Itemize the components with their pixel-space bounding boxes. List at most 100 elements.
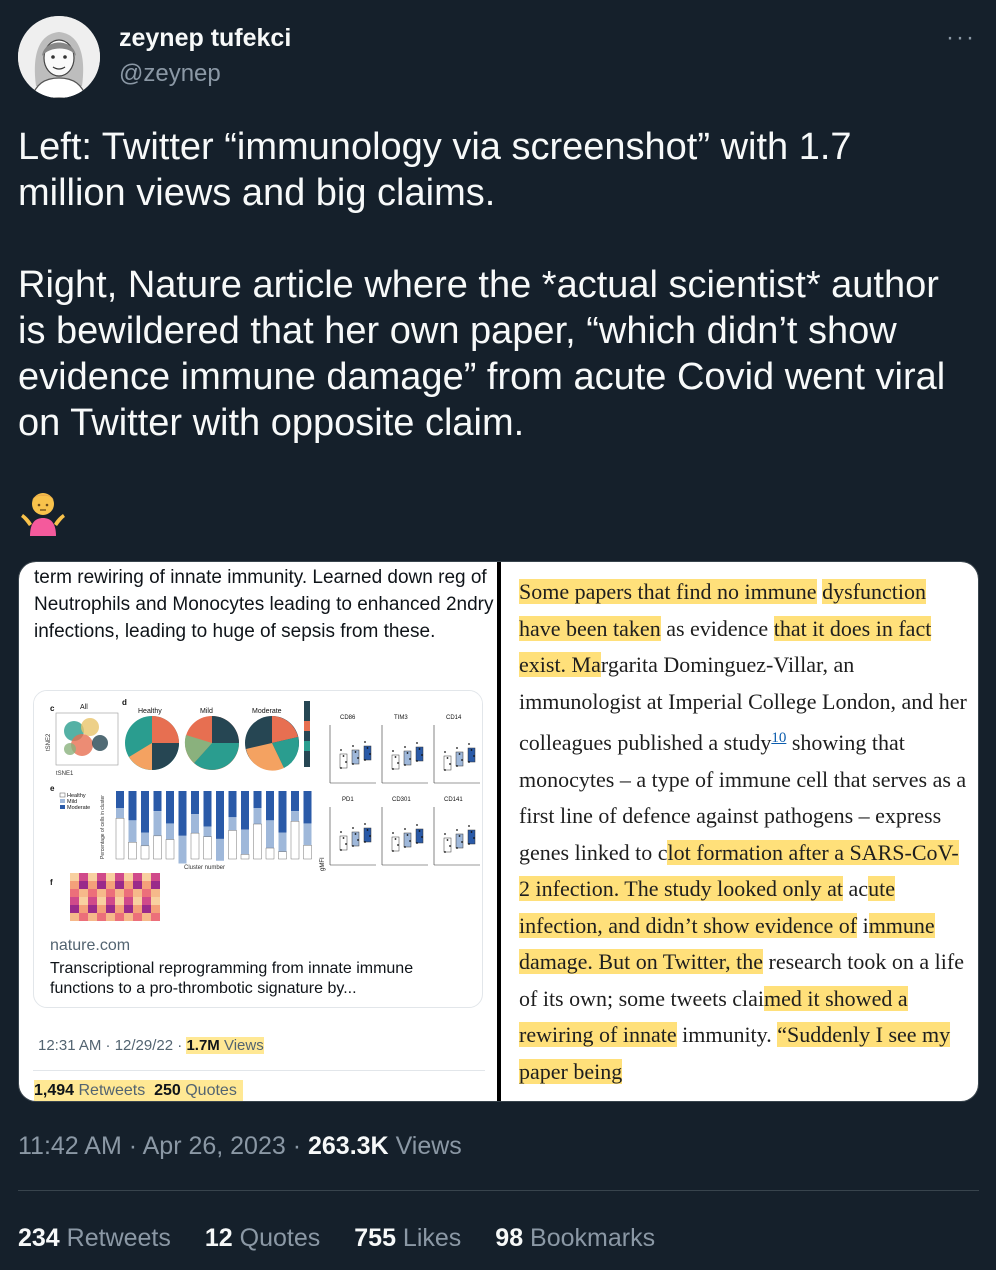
- views-count: 263.3K: [308, 1132, 389, 1160]
- point: [418, 748, 421, 750]
- heatmap-cell: [133, 905, 142, 913]
- point: [340, 749, 342, 751]
- point: [473, 755, 475, 757]
- more-options-icon[interactable]: ···: [946, 24, 976, 52]
- likes-label: Likes: [395, 1224, 462, 1252]
- panel-f-label: f: [50, 878, 53, 887]
- bar-segment: [191, 791, 199, 815]
- heatmap-cell: [97, 905, 106, 913]
- heatmap-cell: [115, 889, 124, 897]
- point: [342, 755, 345, 757]
- heatmap-cell: [106, 889, 115, 897]
- heatmap-cell: [115, 913, 124, 921]
- tweet-timestamp[interactable]: 11:42 AM · Apr 26, 2023 · 263.3K Views: [18, 1132, 462, 1161]
- point: [416, 742, 418, 744]
- cd301-label: CD301: [392, 797, 411, 803]
- heatmap-cell: [151, 873, 160, 881]
- point: [406, 752, 409, 754]
- heatmap-cell: [70, 913, 79, 921]
- bar-segment: [278, 791, 287, 833]
- author-name[interactable]: zeynep tufekci: [119, 24, 291, 53]
- person-shrugging-emoji: [18, 488, 68, 538]
- heatmap-cell: [115, 881, 124, 889]
- point: [364, 759, 366, 761]
- quotes-label: Quotes: [232, 1224, 321, 1252]
- bar-segment: [228, 791, 237, 818]
- heatmap-cell: [106, 897, 115, 905]
- heatmap-cell: [70, 873, 79, 881]
- heatmap-cell: [97, 873, 106, 881]
- point: [352, 763, 354, 765]
- bar-segment: [190, 832, 200, 860]
- point: [456, 765, 458, 767]
- author-handle[interactable]: @zeynep: [119, 60, 221, 88]
- heatmap-cell: [79, 889, 88, 897]
- card-title[interactable]: Transcriptional reprogramming from innat…: [50, 959, 470, 999]
- engagement-stats: 234 Retweets 12 Quotes 755 Likes 98 Book…: [18, 1224, 655, 1253]
- figure-image: c All tSNE1 tSNE2 d Healthy Mild Moderat…: [34, 691, 482, 925]
- bar-segment: [191, 814, 199, 834]
- bar-segment: [228, 817, 237, 831]
- stat-quotes[interactable]: 12 Quotes: [205, 1224, 320, 1253]
- heatmap-cell: [79, 913, 88, 921]
- point: [461, 759, 463, 761]
- heatmap-cell: [79, 881, 88, 889]
- excerpt-part: rgarita: [600, 652, 658, 677]
- left-stats: 1,494 Retweets 250 Quotes: [34, 1080, 243, 1101]
- bar-segment: [290, 821, 300, 860]
- bar-segment: [128, 842, 137, 860]
- point: [345, 761, 347, 763]
- point: [354, 751, 357, 753]
- link-card[interactable]: c All tSNE1 tSNE2 d Healthy Mild Moderat…: [33, 690, 483, 1008]
- point: [345, 843, 347, 845]
- bookmarks-label: Bookmarks: [523, 1224, 656, 1252]
- healthy-label: Healthy: [138, 708, 162, 715]
- heatmap-cell: [124, 897, 133, 905]
- stat-retweets[interactable]: 234 Retweets: [18, 1224, 171, 1253]
- bar-segment: [166, 791, 174, 824]
- left-screenshot[interactable]: term rewiring of innate immunity. Learne…: [19, 562, 497, 1101]
- heatmap-cell: [97, 881, 106, 889]
- reference-link[interactable]: 10: [771, 730, 786, 746]
- pd1-label: PD1: [342, 797, 354, 803]
- point: [456, 847, 458, 849]
- point: [364, 841, 366, 843]
- excerpt-part: i: [857, 912, 869, 938]
- panel-e-label: e: [50, 784, 55, 793]
- point: [456, 747, 458, 749]
- tweet-text: Left: Twitter “immunology via screenshot…: [18, 126, 946, 444]
- point: [352, 827, 354, 829]
- panel-c-label: c: [50, 704, 55, 713]
- mild-label: Mild: [200, 708, 213, 715]
- bar-segment: [241, 791, 249, 830]
- point: [394, 838, 397, 840]
- media-container[interactable]: term rewiring of innate immunity. Learne…: [18, 561, 979, 1102]
- timestamp-time: 11:42 AM · Apr 26, 2023 ·: [18, 1132, 308, 1160]
- point: [394, 756, 397, 758]
- heatmap-cell: [124, 881, 133, 889]
- bar-segment: [265, 847, 275, 860]
- bar-segment: [153, 791, 162, 812]
- excerpt-part: ac: [843, 876, 869, 901]
- heatmap-cell: [151, 913, 160, 921]
- bar-segment: [203, 791, 212, 827]
- point: [458, 753, 461, 755]
- left-retweets-label: Retweets: [74, 1082, 146, 1099]
- heatmap-cell: [124, 905, 133, 913]
- avatar[interactable]: [18, 16, 100, 98]
- right-screenshot[interactable]: Some papers that find no immune dysfunct…: [501, 562, 978, 1101]
- tsne1-label: tSNE1: [56, 771, 74, 777]
- heatmap-cell: [142, 897, 151, 905]
- bar-segment: [278, 851, 287, 860]
- excerpt-part: as evidence: [660, 615, 769, 641]
- point: [468, 825, 470, 827]
- cd141-label: CD141: [444, 797, 463, 803]
- point: [404, 764, 406, 766]
- point: [444, 833, 446, 835]
- bar-segment: [116, 791, 124, 808]
- point: [392, 768, 394, 770]
- heatmap-cell: [97, 897, 106, 905]
- stat-likes[interactable]: 755 Likes: [354, 1224, 461, 1253]
- stat-bookmarks[interactable]: 98 Bookmarks: [495, 1224, 655, 1253]
- heatmap-cell: [133, 897, 142, 905]
